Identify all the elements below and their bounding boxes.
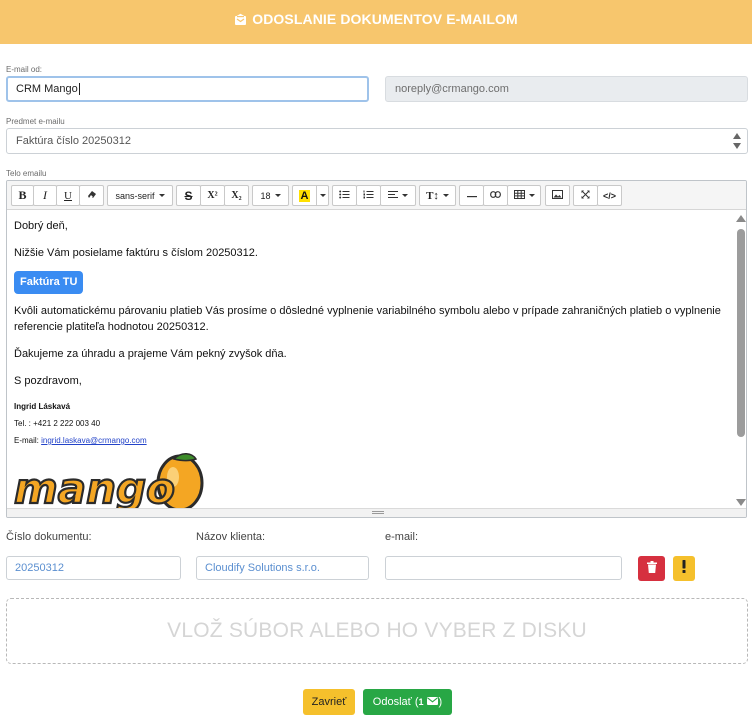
unordered-list-button[interactable] — [332, 185, 357, 206]
underline-button[interactable]: U — [56, 185, 80, 206]
doc-number-label: Číslo dokumentu: — [6, 531, 92, 543]
modal-header: ODOSLANIE DOKUMENTOV E-MAILOM — [0, 0, 752, 44]
subject-resize-arrows[interactable] — [733, 131, 741, 153]
dropzone-text: VLOŽ SÚBOR ALEBO HO VYBER Z DISKU — [167, 619, 587, 642]
font-color-dropdown[interactable] — [316, 185, 329, 206]
line-height-icon: T↕ — [426, 189, 439, 202]
horizontal-rule-button[interactable] — [459, 185, 484, 206]
doc-number-input[interactable]: 20250312 — [6, 556, 181, 580]
sender-name-value: CRM Mango — [16, 83, 78, 95]
body-label: Telo emailu — [6, 169, 47, 178]
subject-input[interactable]: Faktúra číslo 20250312 — [6, 128, 748, 154]
chevron-down-icon — [158, 194, 165, 197]
eraser-button[interactable] — [79, 185, 104, 206]
subject-label: Predmet e-mailu — [6, 117, 65, 126]
scroll-up-arrow[interactable] — [736, 215, 746, 222]
sender-address-value: noreply@crmango.com — [395, 83, 509, 95]
list-ul-icon — [339, 190, 350, 202]
mango-logo: mango — [13, 451, 725, 509]
line-height-select[interactable]: T↕ — [419, 185, 456, 206]
sender-address-input: noreply@crmango.com — [385, 76, 748, 102]
chevron-down-icon — [402, 194, 408, 197]
table-icon — [513, 189, 525, 202]
body-greeting: Dobrý deň, — [14, 220, 68, 232]
envelope-open-icon — [234, 2, 247, 40]
font-family-value: sans-serif — [115, 190, 155, 201]
client-name-value: Cloudify Solutions s.r.o. — [205, 562, 320, 574]
insert-table-select[interactable] — [507, 185, 541, 206]
fullscreen-button[interactable] — [573, 185, 598, 206]
body-line-3: Ďakujeme za úhradu a prajeme Vám pekný z… — [14, 348, 287, 360]
client-name-label: Názov klienta: — [196, 531, 266, 543]
chevron-down-icon — [319, 194, 326, 197]
editor-toolbar: B I U sans-serif S X² X₂ 18 A T↕ </> — [7, 181, 746, 210]
font-family-select[interactable]: sans-serif — [107, 185, 173, 206]
eraser-icon — [87, 189, 97, 202]
chevron-down-icon — [442, 194, 449, 197]
ordered-list-button[interactable] — [356, 185, 381, 206]
email-body-editor: B I U sans-serif S X² X₂ 18 A T↕ </> Dob… — [6, 180, 747, 518]
body-line-1: Nižšie Vám posielame faktúru s číslom 20… — [14, 247, 258, 259]
editor-resize-handle[interactable] — [7, 508, 746, 517]
italic-button[interactable]: I — [33, 185, 57, 206]
body-closing: S pozdravom, — [14, 375, 82, 387]
signature-email-row: E-mail: ingrid.laskava@crmango.com — [14, 436, 147, 445]
modal-title: ODOSLANIE DOKUMENTOV E-MAILOM — [252, 11, 518, 27]
close-button-label: Zavrieť — [311, 696, 347, 708]
link-icon — [490, 190, 501, 201]
minus-icon — [466, 190, 477, 201]
subscript-button[interactable]: X₂ — [224, 185, 249, 206]
insert-image-button[interactable] — [545, 185, 570, 206]
expand-icon — [581, 190, 590, 202]
invoice-link-button[interactable]: Faktúra TU — [14, 271, 84, 294]
list-ol-icon — [363, 190, 374, 202]
email-from-label: E-mail od: — [6, 65, 43, 74]
signature-name: Ingrid Láskavá — [14, 402, 71, 411]
doc-number-value: 20250312 — [15, 562, 64, 574]
recipient-email-input[interactable] — [385, 556, 622, 580]
bold-button[interactable]: B — [11, 185, 34, 206]
exclamation-icon — [682, 559, 686, 578]
envelope-icon — [426, 696, 438, 708]
signature-phone: Tel. : +421 2 222 003 40 — [14, 419, 101, 428]
font-size-select[interactable]: 18 — [252, 185, 289, 206]
font-color-button[interactable]: A — [292, 185, 317, 206]
signature: Ingrid Láskavá Tel. : +421 2 222 003 40 … — [14, 398, 725, 449]
subject-value: Faktúra číslo 20250312 — [16, 135, 131, 147]
image-icon — [552, 189, 563, 202]
align-left-icon — [388, 190, 398, 202]
email-body-content[interactable]: Dobrý deň, Nižšie Vám posielame faktúru … — [7, 210, 735, 509]
logo-text: mango — [14, 464, 175, 509]
chevron-down-icon — [528, 194, 535, 197]
send-count: 1 — [418, 697, 424, 707]
signature-email-link[interactable]: ingrid.laskava@crmango.com — [41, 436, 147, 445]
client-name-input[interactable]: Cloudify Solutions s.r.o. — [196, 556, 369, 580]
delete-button[interactable] — [638, 556, 665, 581]
insert-link-button[interactable] — [483, 185, 508, 206]
recipient-email-label: e-mail: — [385, 531, 419, 543]
send-button[interactable]: Odoslať (1 ) — [363, 689, 452, 715]
sender-name-input[interactable]: CRM Mango — [6, 76, 369, 102]
scroll-thumb[interactable] — [737, 229, 745, 437]
editor-scrollbar[interactable] — [735, 210, 746, 509]
trash-icon — [646, 560, 657, 578]
font-color-letter: A — [298, 189, 311, 202]
font-size-value: 18 — [260, 190, 271, 201]
scroll-down-arrow[interactable] — [736, 499, 746, 506]
warning-button[interactable] — [673, 556, 695, 581]
paragraph-align-select[interactable] — [380, 185, 416, 206]
code-icon: </> — [602, 190, 616, 201]
close-button[interactable]: Zavrieť — [303, 689, 355, 715]
chevron-down-icon — [274, 194, 281, 197]
body-line-2: Kvôli automatickému párovaniu platieb Vá… — [14, 305, 721, 333]
superscript-button[interactable]: X² — [200, 185, 225, 206]
code-view-button[interactable]: </> — [597, 185, 622, 206]
file-dropzone[interactable]: VLOŽ SÚBOR ALEBO HO VYBER Z DISKU — [6, 598, 748, 664]
strikethrough-button[interactable]: S — [176, 185, 201, 206]
